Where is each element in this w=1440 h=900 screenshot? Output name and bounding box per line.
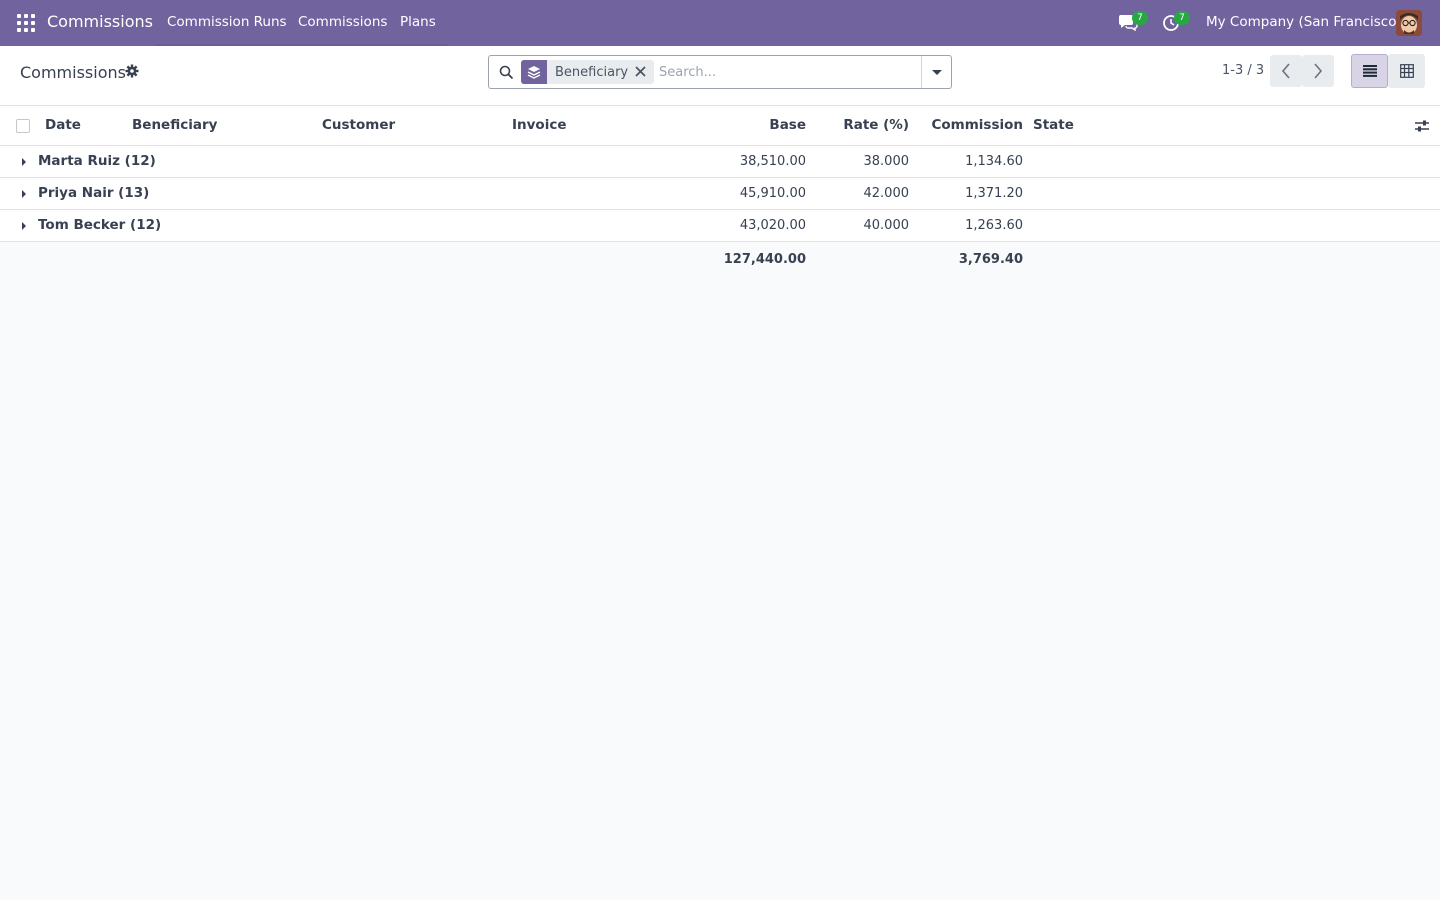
column-commission[interactable]: Commission [913, 117, 1023, 133]
column-customer[interactable]: Customer [322, 117, 395, 133]
search-input[interactable] [659, 61, 919, 83]
search-bar: Beneficiary [488, 55, 952, 89]
control-panel: Commissions Beneficiary Search... 1-3 / … [0, 46, 1440, 106]
user-avatar[interactable] [1396, 10, 1422, 36]
facet-label: Beneficiary [555, 64, 629, 80]
groupby-facet: Beneficiary [521, 60, 654, 84]
close-icon[interactable] [635, 66, 646, 77]
chevron-right-icon [1314, 63, 1323, 79]
gear-icon[interactable] [125, 64, 139, 78]
group-base: 45,910.00 [739, 186, 806, 201]
table-grid-icon [1399, 64, 1414, 78]
messages-badge: 7 [1132, 11, 1148, 25]
table-footer: 127,440.00 3,769.40 [0, 242, 1440, 278]
company-switcher[interactable]: My Company (San Francisco) [1206, 14, 1402, 30]
menu-plans[interactable]: Plans [400, 14, 436, 30]
column-base[interactable]: Base [706, 117, 806, 133]
list-view-button[interactable] [1351, 54, 1388, 88]
select-all-checkbox[interactable] [16, 119, 30, 133]
group-rate: 38.000 [863, 154, 910, 169]
activities-badge: 7 [1174, 11, 1190, 25]
group-commission: 1,371.20 [965, 186, 1023, 201]
group-name: Priya Nair (13) [38, 185, 150, 201]
search-icon[interactable] [499, 65, 514, 80]
top-navbar: Commissions Commission Runs Commissions … [0, 0, 1440, 46]
group-base: 43,020.00 [739, 218, 806, 233]
page-title: Commissions [20, 63, 126, 82]
group-row[interactable]: Marta Ruiz (12) 38,510.00 38.000 1,134.6… [0, 146, 1440, 178]
apps-menu-icon[interactable] [17, 14, 35, 32]
group-commission: 1,263.60 [965, 218, 1023, 233]
caret-right-icon [22, 222, 26, 230]
caret-right-icon [22, 158, 26, 166]
table-header: Date Beneficiary Customer Invoice Base R… [0, 106, 1440, 146]
column-beneficiary[interactable]: Beneficiary [132, 117, 217, 133]
column-date[interactable]: Date [45, 117, 81, 133]
column-rate[interactable]: Rate (%) [809, 117, 909, 133]
pager-next-button[interactable] [1302, 55, 1334, 87]
column-settings-icon[interactable] [1414, 118, 1430, 134]
group-rate: 42.000 [863, 186, 910, 201]
group-name: Marta Ruiz (12) [38, 153, 156, 169]
pager-previous-button[interactable] [1270, 55, 1302, 87]
group-row[interactable]: Priya Nair (13) 45,910.00 42.000 1,371.2… [0, 178, 1440, 210]
caret-down-icon [932, 70, 942, 75]
menu-commissions[interactable]: Commissions [298, 14, 387, 30]
group-commission: 1,134.60 [965, 154, 1023, 169]
menu-commission-runs[interactable]: Commission Runs [167, 14, 287, 30]
column-state[interactable]: State [1033, 117, 1074, 133]
caret-right-icon [22, 190, 26, 198]
group-base: 38,510.00 [739, 154, 806, 169]
pager-value[interactable]: 1-3 / 3 [1222, 63, 1264, 78]
list-icon [1362, 65, 1377, 77]
total-commission: 3,769.40 [958, 252, 1023, 267]
chevron-left-icon [1281, 63, 1290, 79]
layers-icon [521, 60, 547, 84]
column-invoice[interactable]: Invoice [512, 117, 567, 133]
total-base: 127,440.00 [723, 252, 806, 267]
group-row[interactable]: Tom Becker (12) 43,020.00 40.000 1,263.6… [0, 210, 1440, 242]
group-rate: 40.000 [863, 218, 910, 233]
pivot-view-button[interactable] [1388, 54, 1425, 88]
search-options-toggle[interactable] [921, 56, 951, 88]
group-name: Tom Becker (12) [38, 217, 162, 233]
app-brand[interactable]: Commissions [47, 12, 153, 31]
